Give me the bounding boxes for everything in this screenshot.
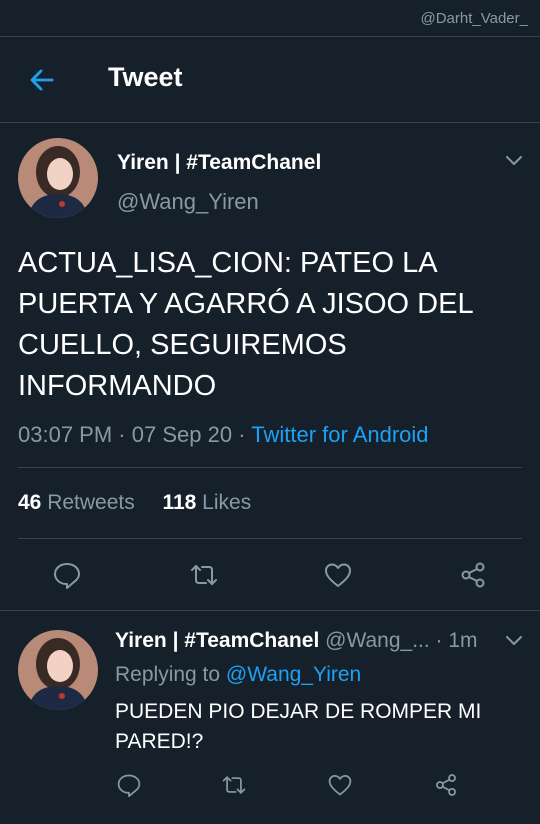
- like-icon[interactable]: [323, 560, 353, 590]
- chevron-down-icon[interactable]: [504, 630, 524, 650]
- reply-icon[interactable]: [116, 772, 142, 798]
- reply-header: Yiren | #TeamChanel @Wang_... · 1m: [115, 629, 478, 653]
- replying-handle-link[interactable]: @Wang_Yiren: [226, 663, 361, 686]
- like-icon[interactable]: [327, 772, 353, 798]
- tweet-text: ACTUA_LISA_CION: PATEO LA PUERTA Y AGARR…: [18, 247, 473, 402]
- header-divider: [0, 122, 540, 123]
- meta-separator: ·: [118, 422, 126, 447]
- reply-avatar[interactable]: [18, 630, 98, 710]
- retweets-count: 46: [18, 491, 42, 514]
- likes-label: Likes: [202, 491, 252, 514]
- watermark: @Darht_Vader_: [420, 10, 528, 27]
- retweet-icon[interactable]: [189, 560, 219, 590]
- reply-text: PUEDEN PIO DEJAR DE ROMPER MI PARED!?: [115, 700, 482, 753]
- likes-stat[interactable]: 118 Likes: [162, 491, 251, 514]
- page-title: Tweet: [108, 62, 183, 92]
- top-divider: [0, 36, 540, 37]
- tweet-divider: [0, 610, 540, 611]
- share-icon[interactable]: [433, 772, 459, 798]
- reply-icon[interactable]: [52, 560, 82, 590]
- tweet-meta: 03:07 PM · 07 Sep 20 · Twitter for Andro…: [18, 422, 429, 448]
- tweet-time: 03:07 PM: [18, 422, 113, 447]
- back-arrow-icon[interactable]: [28, 66, 56, 94]
- chevron-down-icon[interactable]: [504, 150, 524, 170]
- author-name[interactable]: Yiren | #TeamChanel: [117, 151, 321, 175]
- retweets-label: Retweets: [47, 491, 135, 514]
- replying-prefix: Replying to: [115, 663, 221, 686]
- tweet-stats: 46 Retweets 118 Likes: [18, 491, 251, 515]
- avatar[interactable]: [18, 138, 98, 218]
- tweet-source-link[interactable]: Twitter for Android: [251, 422, 428, 447]
- likes-count: 118: [162, 491, 197, 514]
- stats-divider: [18, 538, 522, 539]
- reply-author-name[interactable]: Yiren | #TeamChanel: [115, 629, 319, 652]
- author-handle[interactable]: @Wang_Yiren: [117, 189, 259, 215]
- reply-handle-time[interactable]: @Wang_... · 1m: [325, 629, 477, 652]
- replying-to: Replying to @Wang_Yiren: [115, 663, 361, 687]
- retweets-stat[interactable]: 46 Retweets: [18, 491, 135, 514]
- share-icon[interactable]: [458, 560, 488, 590]
- meta-divider: [18, 467, 522, 468]
- meta-separator: ·: [238, 422, 246, 447]
- tweet-date: 07 Sep 20: [131, 422, 233, 447]
- retweet-icon[interactable]: [221, 772, 247, 798]
